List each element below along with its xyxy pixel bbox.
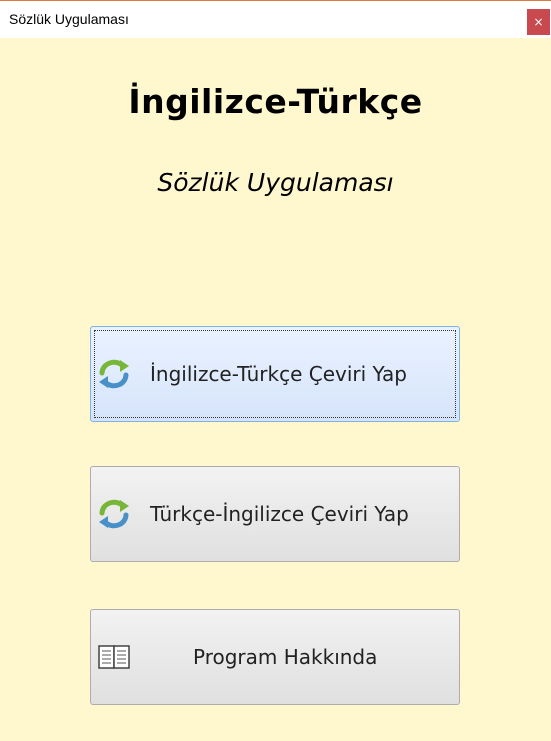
about-program-button[interactable]: Program Hakkında xyxy=(90,609,460,705)
english-turkish-translate-label: İngilizce-Türkçe Çeviri Yap xyxy=(150,362,407,386)
window-title: Sözlük Uygulaması xyxy=(9,11,129,27)
close-button[interactable]: × xyxy=(527,9,550,35)
turkish-english-translate-button[interactable]: Türkçe-İngilizce Çeviri Yap xyxy=(90,466,460,562)
english-turkish-translate-button[interactable]: İngilizce-Türkçe Çeviri Yap xyxy=(90,326,460,422)
title-bar: Sözlük Uygulaması × xyxy=(0,1,551,38)
app-window: Sözlük Uygulaması × İngilizce-Türkçe Söz… xyxy=(0,0,551,741)
page-title: İngilizce-Türkçe xyxy=(128,82,423,121)
refresh-icon xyxy=(96,497,132,531)
turkish-english-translate-label: Türkçe-İngilizce Çeviri Yap xyxy=(150,502,409,526)
main-panel: İngilizce-Türkçe Sözlük Uygulaması İngil… xyxy=(0,38,551,741)
close-icon: × xyxy=(533,15,544,29)
refresh-icon xyxy=(96,357,132,391)
page-subtitle: Sözlük Uygulaması xyxy=(157,168,394,197)
about-program-label: Program Hakkında xyxy=(193,645,378,669)
book-icon xyxy=(96,640,132,674)
